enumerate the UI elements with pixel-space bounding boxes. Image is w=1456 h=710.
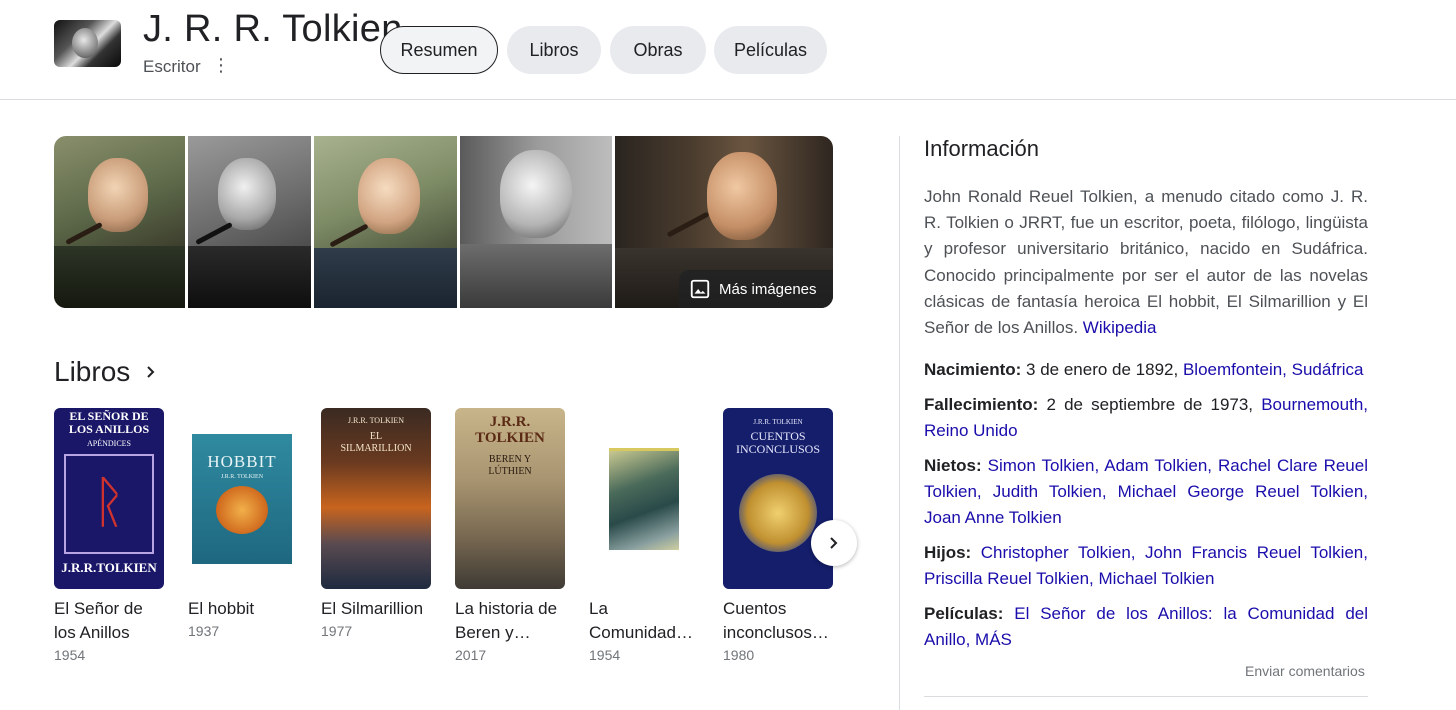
gallery-image[interactable]: [188, 136, 311, 308]
gallery-image[interactable]: [460, 136, 612, 308]
book-cover: J.R.R. TOLKIEN CUENTOS INCONCLUSOS: [723, 408, 833, 589]
cover-text: J.R.R. TOLKIEN: [753, 418, 803, 426]
more-images-button[interactable]: Más imágenes: [678, 270, 833, 308]
tab-label: Libros: [529, 39, 579, 60]
book-cover: J.R.R. TOLKIEN EL SILMARILLION: [321, 408, 431, 589]
chevron-right-icon: [147, 366, 155, 378]
book-cover: J.R.R. TOLKIEN BEREN Y LÚTHIEN: [455, 408, 565, 589]
description-text: John Ronald Reuel Tolkien, a menudo cita…: [924, 187, 1368, 338]
fact-label: Películas:: [924, 604, 1004, 624]
column-divider: [899, 136, 900, 710]
book-cover: HOBBIT J.R.R. TOLKIEN: [188, 408, 298, 589]
child-link[interactable]: Michael Tolkien: [1099, 569, 1215, 588]
author-thumbnail[interactable]: [54, 20, 121, 67]
fact-hijos: Hijos: Christopher Tolkien, John Francis…: [924, 540, 1368, 592]
tab-obras[interactable]: Obras: [610, 26, 706, 74]
cover-text: EL SILMARILLION: [340, 431, 412, 454]
fact-nacimiento: Nacimiento: 3 de enero de 1892, Bloemfon…: [924, 357, 1368, 383]
fact-value: 3 de enero de 1892,: [1026, 360, 1179, 380]
child-link[interactable]: John Francis Reuel Tolkien,: [1145, 543, 1368, 562]
book-title: La Comunidad…: [589, 599, 693, 642]
entity-type: Escritor: [143, 57, 201, 76]
child-link[interactable]: Christopher Tolkien,: [981, 543, 1136, 562]
cover-text: BEREN Y LÚTHIEN: [488, 454, 532, 477]
cover-text: J.R.R. TOLKIEN: [347, 416, 405, 425]
book-title: La historia de Beren y…: [455, 599, 558, 642]
wikipedia-link[interactable]: Wikipedia: [1083, 318, 1157, 337]
fact-label: Fallecimiento:: [924, 395, 1039, 415]
fact-peliculas: Películas: El Señor de los Anillos: la C…: [924, 601, 1368, 653]
cover-text: CUENTOS INCONCLUSOS: [735, 429, 820, 456]
book-card[interactable]: HOBBIT J.R.R. TOLKIEN El hobbit 1937: [188, 408, 303, 639]
book-card[interactable]: J.R.R. TOLKIEN EL SILMARILLION El Silmar…: [321, 408, 436, 639]
gallery-image[interactable]: [54, 136, 186, 308]
grandchild-link[interactable]: Judith Tolkien,: [993, 482, 1107, 501]
tab-libros[interactable]: Libros: [507, 26, 601, 74]
grandchild-link[interactable]: Simon Tolkien,: [988, 456, 1100, 475]
tab-peliculas[interactable]: Películas: [714, 26, 827, 74]
books-heading-label: Libros: [54, 356, 131, 387]
info-heading: Información: [924, 136, 1039, 161]
fact-value: 2 de septiembre de 1973,: [1046, 395, 1254, 415]
divider: [924, 696, 1368, 697]
cover-text: APÉNDICES: [86, 439, 131, 448]
send-feedback-link[interactable]: Enviar comentarios: [1245, 663, 1365, 679]
page-title: J. R. R. Tolkien: [143, 8, 403, 50]
birthplace-city-link[interactable]: Bloemfontein,: [1183, 360, 1287, 379]
more-films-link[interactable]: MÁS: [975, 630, 1012, 649]
book-card[interactable]: La Comunidad… 1954: [589, 408, 704, 663]
book-year: 1980: [723, 647, 755, 663]
cover-text: J.R.R. TOLKIEN: [475, 414, 545, 446]
more-images-label: Más imágenes: [718, 280, 817, 298]
book-year: 1977: [321, 623, 353, 639]
grandchild-link[interactable]: Adam Tolkien,: [1104, 456, 1212, 475]
tab-label: Resumen: [400, 39, 478, 60]
tab-resumen[interactable]: Resumen: [380, 26, 498, 74]
image-gallery: Más imágenes: [54, 136, 833, 308]
book-year: 2017: [455, 647, 487, 663]
book-year: 1937: [188, 623, 220, 639]
gallery-image[interactable]: Más imágenes: [614, 136, 833, 308]
deathplace-city-link[interactable]: Bournemouth,: [1261, 395, 1368, 414]
chevron-right-icon: [830, 537, 838, 549]
tab-label: Películas: [733, 39, 808, 60]
book-title: El hobbit: [188, 599, 255, 618]
fact-label: Nacimiento:: [924, 360, 1022, 380]
book-title: El Silmarillion: [321, 599, 424, 618]
fact-nietos: Nietos: Simon Tolkien, Adam Tolkien, Rac…: [924, 453, 1368, 531]
grandchild-link[interactable]: Michael George Reuel Tolkien,: [1118, 482, 1368, 501]
book-card[interactable]: J.R.R. TOLKIEN BEREN Y LÚTHIEN La histor…: [455, 408, 570, 663]
book-title: El Señor de los Anillos: [54, 599, 143, 642]
fact-label: Hijos:: [924, 543, 972, 563]
carousel-next-button[interactable]: [811, 520, 857, 566]
gallery-image[interactable]: [314, 136, 458, 308]
cover-text: HOBBIT: [207, 452, 277, 471]
book-card[interactable]: EL SEÑOR DE LOS ANILLOS APÉNDICES ᚱ J.R.…: [54, 408, 169, 663]
book-year: 1954: [589, 647, 621, 663]
cover-text: EL SEÑOR DE LOS ANILLOS: [68, 409, 150, 436]
book-cover: [589, 408, 699, 589]
description: John Ronald Reuel Tolkien, a menudo cita…: [924, 184, 1368, 341]
birthplace-country-link[interactable]: Sudáfrica: [1292, 360, 1364, 379]
book-year: 1954: [54, 647, 86, 663]
cover-text: J.R.R. TOLKIEN: [220, 474, 264, 480]
cover-text: J.R.R.TOLKIEN: [61, 560, 157, 575]
book-cover: EL SEÑOR DE LOS ANILLOS APÉNDICES ᚱ J.R.…: [54, 408, 164, 589]
tab-label: Obras: [633, 39, 683, 60]
image-icon: [690, 279, 710, 299]
grandchild-link[interactable]: Joan Anne Tolkien: [924, 508, 1062, 527]
book-title: Cuentos inconclusos…: [723, 599, 829, 642]
child-link[interactable]: Priscilla Reuel Tolkien,: [924, 569, 1094, 588]
deathplace-country-link[interactable]: Reino Unido: [924, 421, 1018, 440]
fact-fallecimiento: Fallecimiento: 2 de septiembre de 1973, …: [924, 392, 1368, 444]
knowledge-panel-header: J. R. R. Tolkien Escritor ⋮ Resumen Libr…: [0, 0, 1456, 100]
fact-label: Nietos:: [924, 456, 982, 476]
books-section-heading[interactable]: Libros: [54, 356, 158, 388]
info-panel: Información John Ronald Reuel Tolkien, a…: [924, 136, 1368, 653]
more-options-icon[interactable]: ⋮: [212, 55, 230, 75]
